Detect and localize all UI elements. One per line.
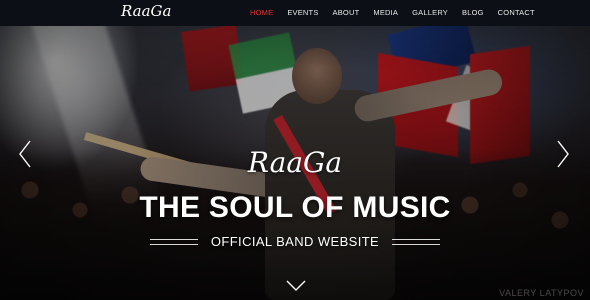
site-logo[interactable]: RaaGa bbox=[121, 2, 171, 20]
nav-item-events[interactable]: EVENTS bbox=[280, 0, 325, 26]
chevron-down-icon bbox=[286, 280, 306, 291]
nav-item-contact[interactable]: CONTACT bbox=[491, 0, 542, 26]
nav-item-media[interactable]: MEDIA bbox=[366, 0, 405, 26]
photo-watermark: VALERY LATYPOV bbox=[499, 288, 584, 298]
divider bbox=[392, 238, 440, 245]
nav-item-about[interactable]: ABOUT bbox=[326, 0, 367, 26]
hero-subtitle: OFFICIAL BAND WEBSITE bbox=[210, 234, 380, 249]
main-nav: HOME EVENTS ABOUT MEDIA GALLERY BLOG CON… bbox=[250, 0, 542, 26]
hero-title: THE SOUL OF MUSIC bbox=[139, 191, 451, 224]
page: RaaGa HOME EVENTS ABOUT MEDIA GALLERY BL… bbox=[0, 0, 590, 300]
divider bbox=[150, 238, 198, 245]
hero-subtitle-row: OFFICIAL BAND WEBSITE bbox=[150, 234, 440, 249]
navbar: RaaGa HOME EVENTS ABOUT MEDIA GALLERY BL… bbox=[0, 0, 590, 26]
scroll-down-button[interactable] bbox=[286, 279, 306, 291]
nav-item-home[interactable]: HOME bbox=[250, 0, 280, 26]
nav-item-blog[interactable]: BLOG bbox=[455, 0, 491, 26]
hero-brand-script: RaaGa bbox=[247, 146, 343, 179]
nav-item-gallery[interactable]: GALLERY bbox=[405, 0, 455, 26]
